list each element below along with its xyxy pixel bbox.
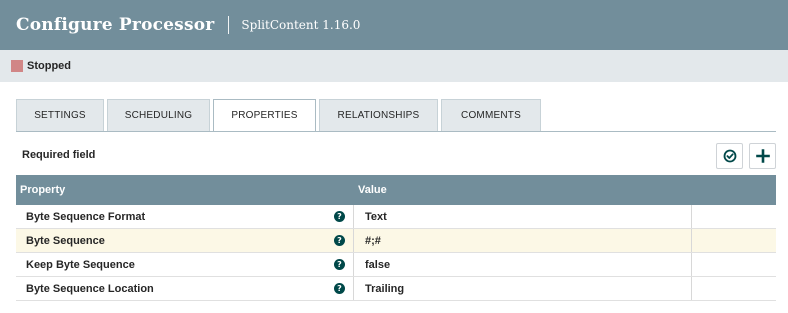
stopped-icon [11, 60, 23, 72]
property-name: Keep Byte Sequence [26, 258, 135, 271]
tab-bar: SETTINGS SCHEDULING PROPERTIES RELATIONS… [16, 99, 544, 132]
property-name: Byte Sequence [26, 234, 105, 247]
property-cell: Keep Byte Sequence ? [16, 253, 354, 276]
status-text: Stopped [27, 60, 71, 72]
table-row[interactable]: Byte Sequence Location ? Trailing [16, 277, 776, 301]
help-icon[interactable]: ? [334, 211, 345, 222]
required-field-label: Required field [22, 149, 96, 161]
properties-table: Property Value Byte Sequence Format ? Te… [16, 175, 776, 301]
row-actions [692, 229, 776, 252]
tab-comments[interactable]: COMMENTS [441, 99, 541, 131]
help-icon[interactable]: ? [334, 259, 345, 270]
verify-properties-button[interactable] [716, 143, 743, 169]
row-actions [692, 277, 776, 300]
property-value[interactable]: Trailing [354, 277, 692, 300]
property-cell: Byte Sequence Location ? [16, 277, 354, 300]
property-value[interactable]: false [354, 253, 692, 276]
processor-type: SplitContent 1.16.0 [241, 18, 361, 32]
status-bar: Stopped [0, 50, 788, 82]
property-column-header[interactable]: Property [16, 184, 354, 196]
table-row[interactable]: Byte Sequence Format ? Text [16, 205, 776, 229]
table-row[interactable]: Byte Sequence ? #;# [16, 229, 776, 253]
value-column-header[interactable]: Value [354, 184, 387, 196]
property-value[interactable]: Text [354, 205, 692, 228]
tab-properties[interactable]: PROPERTIES [213, 99, 316, 132]
property-cell: Byte Sequence ? [16, 229, 354, 252]
row-actions [692, 253, 776, 276]
property-cell: Byte Sequence Format ? [16, 205, 354, 228]
check-circle-icon [723, 149, 736, 163]
title-separator [228, 16, 230, 34]
table-header: Property Value [16, 175, 776, 205]
plus-icon [755, 149, 770, 163]
help-icon[interactable]: ? [334, 283, 345, 294]
property-name: Byte Sequence Location [26, 282, 154, 295]
tabs-divider [16, 131, 776, 132]
help-icon[interactable]: ? [334, 235, 345, 246]
property-value[interactable]: #;# [354, 229, 692, 252]
dialog-header: Configure Processor SplitContent 1.16.0 [0, 0, 788, 50]
table-row[interactable]: Keep Byte Sequence ? false [16, 253, 776, 277]
property-name: Byte Sequence Format [26, 210, 146, 223]
tab-scheduling[interactable]: SCHEDULING [107, 99, 210, 131]
row-actions [692, 205, 776, 228]
tab-settings[interactable]: SETTINGS [16, 99, 104, 131]
tab-relationships[interactable]: RELATIONSHIPS [319, 99, 438, 131]
dialog-title: Configure Processor [16, 15, 215, 35]
add-property-button[interactable] [749, 143, 776, 169]
